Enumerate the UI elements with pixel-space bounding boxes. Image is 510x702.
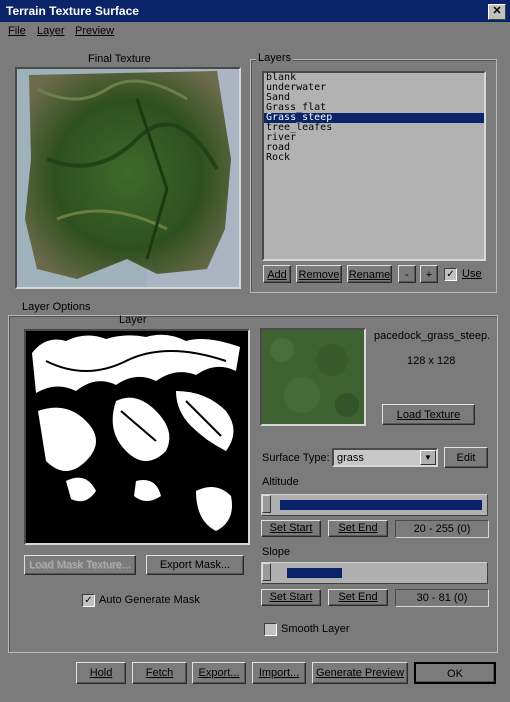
final-texture-label: Final Texture <box>88 53 151 65</box>
slope-slider[interactable] <box>261 562 488 584</box>
checkmark-icon: ✓ <box>446 269 455 280</box>
grass-texture-image <box>262 330 364 424</box>
generate-preview-button[interactable]: Generate Preview <box>312 662 408 684</box>
altitude-slider-handle[interactable] <box>262 495 271 513</box>
move-up-button[interactable]: + <box>420 265 438 283</box>
import-button[interactable]: Import... <box>252 662 306 684</box>
checkmark-icon: ✓ <box>84 595 93 606</box>
window-title: Terrain Texture Surface <box>6 4 139 18</box>
slope-range-fill <box>286 568 342 578</box>
hold-button[interactable]: Hold <box>76 662 126 684</box>
menu-preview[interactable]: Preview <box>75 25 114 37</box>
altitude-range-fill <box>280 500 482 510</box>
texture-filename: pacedock_grass_steep. <box>374 330 491 342</box>
list-item[interactable]: underwater <box>264 83 484 93</box>
list-item[interactable]: tree_leafes <box>264 123 484 133</box>
slope-set-start-button[interactable]: Set Start <box>261 589 321 606</box>
auto-generate-mask-checkbox[interactable]: ✓ <box>82 594 95 607</box>
altitude-readout: 20 - 255 (0) <box>395 520 489 538</box>
final-texture-preview <box>15 67 241 289</box>
fetch-button[interactable]: Fetch <box>132 662 187 684</box>
layer-options-group-label: Layer Options <box>20 301 93 313</box>
altitude-slider[interactable] <box>261 494 488 516</box>
add-layer-button[interactable]: Add <box>263 265 291 283</box>
terrain-image <box>17 69 239 287</box>
altitude-label: Altitude <box>262 476 299 488</box>
layer-mask-preview <box>24 329 250 545</box>
auto-generate-mask-label: Auto Generate Mask <box>99 594 200 606</box>
edit-surface-button[interactable]: Edit <box>444 447 488 468</box>
surface-type-label: Surface Type: <box>262 452 330 464</box>
layer-mask-label: Layer <box>119 314 147 326</box>
close-button[interactable]: ✕ <box>488 4 506 20</box>
slope-label: Slope <box>262 546 291 558</box>
move-down-button[interactable]: - <box>398 265 416 283</box>
use-layer-checkbox[interactable]: ✓ <box>444 268 457 281</box>
use-label: Use <box>462 268 482 280</box>
export-mask-button[interactable]: Export Mask... <box>146 555 244 575</box>
slope-readout: 30 - 81 (0) <box>395 589 489 607</box>
rename-layer-button[interactable]: Rename <box>347 265 392 283</box>
slope-set-end-button[interactable]: Set End <box>328 589 388 606</box>
mask-image <box>32 334 240 531</box>
smooth-layer-checkbox[interactable] <box>264 623 277 636</box>
list-item[interactable]: Rock <box>264 153 484 163</box>
load-texture-button[interactable]: Load Texture <box>382 404 475 425</box>
slope-slider-handle[interactable] <box>262 563 271 581</box>
menu-layer[interactable]: Layer <box>37 25 65 37</box>
export-button[interactable]: Export... <box>192 662 246 684</box>
load-mask-texture-button[interactable]: Load Mask Texture... <box>24 555 136 575</box>
list-item[interactable]: river <box>264 133 484 143</box>
layer-texture-swatch <box>260 328 366 426</box>
altitude-set-start-button[interactable]: Set Start <box>261 520 321 537</box>
ok-button[interactable]: OK <box>414 662 496 684</box>
surface-type-select[interactable]: grass ▼ <box>332 448 438 467</box>
layers-group-label: Layers <box>256 52 294 64</box>
smooth-layer-label: Smooth Layer <box>281 623 350 635</box>
chevron-down-icon[interactable]: ▼ <box>420 450 436 465</box>
list-item[interactable]: road <box>264 143 484 153</box>
layers-list[interactable]: blank underwater Sand Grass_flat Grass_s… <box>262 71 486 261</box>
close-icon: ✕ <box>492 5 502 17</box>
menu-file[interactable]: File <box>8 25 26 37</box>
altitude-set-end-button[interactable]: Set End <box>328 520 388 537</box>
texture-size: 128 x 128 <box>407 355 456 367</box>
surface-type-value: grass <box>337 452 364 464</box>
remove-layer-button[interactable]: Remove <box>296 265 342 283</box>
